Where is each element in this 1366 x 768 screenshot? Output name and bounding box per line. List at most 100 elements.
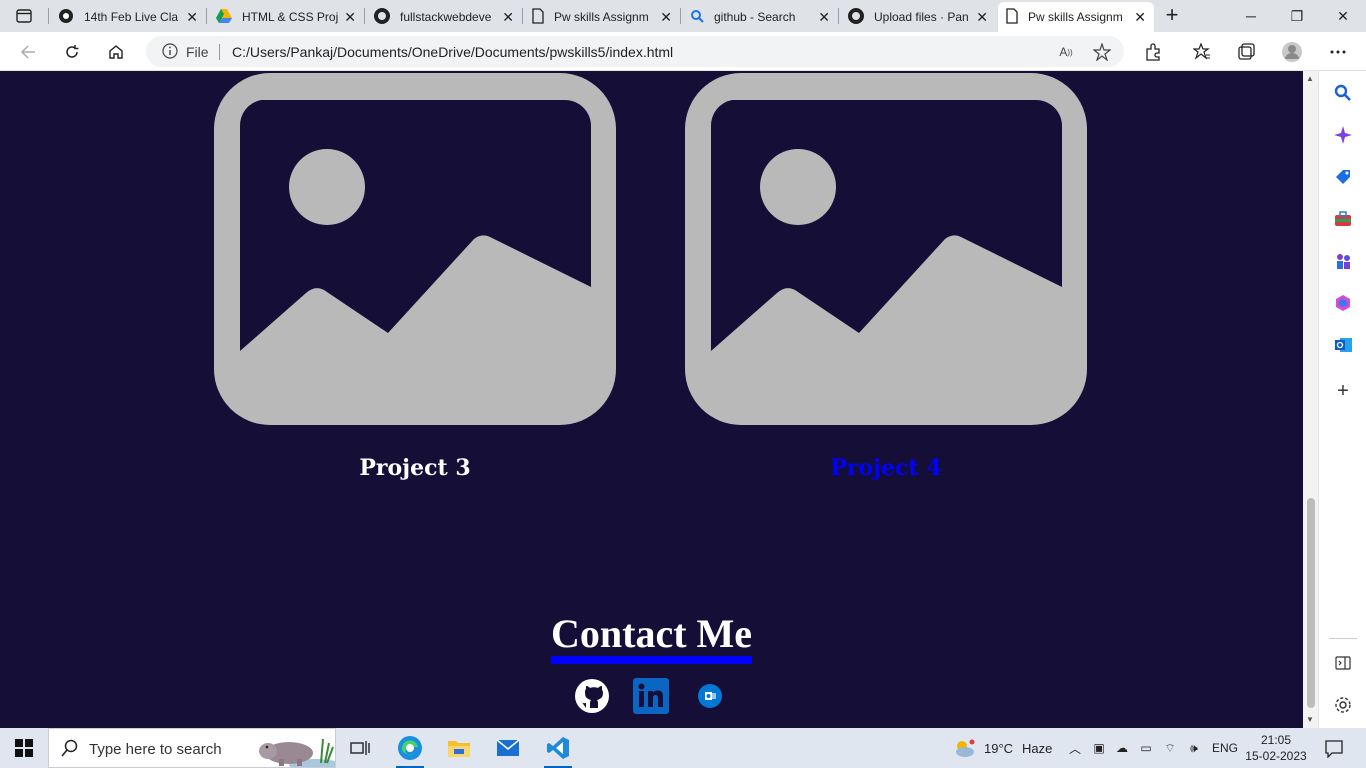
sidebar-games-icon[interactable] [1331, 249, 1355, 273]
tab-title: 14th Feb Live Cla [84, 10, 179, 24]
document-icon [532, 7, 544, 27]
tab-title: Pw skills Assignm [554, 10, 649, 24]
tab-separator [838, 8, 839, 24]
clock-date: 15-02-2023 [1245, 749, 1307, 763]
vscode-icon[interactable] [534, 728, 582, 768]
contact-heading: Contact Me [551, 614, 753, 664]
tab-5[interactable]: github - Search ✕ [682, 2, 838, 32]
outlook-icon[interactable] [692, 678, 728, 714]
settings-more-icon[interactable] [1324, 38, 1352, 66]
google-drive-icon [216, 8, 232, 26]
page-viewport: Project 3 Project 4 Contact Me [0, 71, 1303, 728]
back-icon[interactable] [14, 38, 42, 66]
weather-icon[interactable] [952, 739, 976, 757]
read-aloud-icon[interactable]: A)) [1056, 42, 1076, 62]
sidebar-add-icon[interactable]: + [1331, 379, 1355, 403]
clock-time: 21:05 [1260, 733, 1292, 747]
github-icon[interactable] [574, 678, 610, 714]
tab-actions-icon[interactable] [8, 4, 40, 28]
address-bar[interactable]: File C:/Users/Pankaj/Documents/OneDrive/… [146, 36, 1124, 67]
close-tab-icon[interactable]: ✕ [186, 9, 198, 26]
minimize-icon[interactable]: ─ [1228, 0, 1274, 32]
close-tab-icon[interactable]: ✕ [344, 9, 356, 26]
network-icon[interactable]: ⌔ [1161, 739, 1179, 757]
hippo-illustration-icon [259, 733, 341, 768]
project-4-image-placeholder[interactable] [685, 73, 1087, 425]
address-url[interactable]: C:/Users/Pankaj/Documents/OneDrive/Docum… [232, 44, 673, 60]
tab-separator [48, 8, 49, 24]
collections-icon[interactable] [1232, 38, 1260, 66]
tab-2[interactable]: HTML & CSS Proj ✕ [208, 2, 364, 32]
mail-icon[interactable] [484, 728, 532, 768]
notifications-icon[interactable] [1324, 739, 1344, 759]
scroll-thumb[interactable] [1307, 498, 1315, 708]
webpage-icon [58, 8, 74, 27]
tab-6[interactable]: Upload files · Pan ✕ [840, 2, 996, 32]
page-scrollbar[interactable]: ▲ ▼ [1303, 71, 1318, 728]
language-indicator[interactable]: ENG [1212, 741, 1238, 755]
sidebar-hide-icon[interactable] [1331, 651, 1355, 675]
sidebar-office-icon[interactable] [1331, 291, 1355, 315]
refresh-icon[interactable] [58, 38, 86, 66]
sidebar-outlook-icon[interactable] [1331, 333, 1355, 357]
add-favorite-icon[interactable] [1092, 42, 1112, 62]
sidebar-discover-icon[interactable] [1331, 123, 1355, 147]
github-icon [374, 7, 390, 27]
close-tab-icon[interactable]: ✕ [502, 9, 514, 26]
close-window-icon[interactable]: ✕ [1320, 0, 1366, 32]
document-icon [1006, 7, 1018, 27]
edge-taskbar-icon[interactable] [386, 728, 434, 768]
onedrive-cloud-icon[interactable]: ☁ [1113, 739, 1131, 757]
close-tab-icon[interactable]: ✕ [660, 9, 672, 26]
search-placeholder: Type here to search [89, 741, 222, 758]
linkedin-icon[interactable] [633, 678, 669, 714]
project-4-title[interactable]: Project 4 [685, 455, 1087, 481]
tab-4[interactable]: Pw skills Assignm ✕ [524, 2, 680, 32]
taskbar-search-box[interactable]: Type here to search [48, 728, 341, 768]
scroll-up-arrow-icon[interactable]: ▲ [1306, 74, 1314, 83]
tab-separator [206, 8, 207, 24]
tab-separator [680, 8, 681, 24]
show-hidden-icons-chevron-icon[interactable]: ︿ [1066, 739, 1084, 757]
sidebar-settings-icon[interactable] [1331, 693, 1355, 717]
close-tab-icon[interactable]: ✕ [818, 9, 830, 26]
extensions-icon[interactable] [1139, 38, 1167, 66]
info-icon[interactable] [162, 43, 178, 59]
tab-separator [522, 8, 523, 24]
tab-strip: 14th Feb Live Cla ✕ HTML & CSS Proj ✕ fu… [0, 0, 1366, 32]
tab-title: Upload files · Pan [874, 10, 969, 24]
tab-title: HTML & CSS Proj [242, 10, 338, 24]
weather-condition[interactable]: Haze [1022, 741, 1052, 756]
battery-icon[interactable]: ▭ [1137, 739, 1155, 757]
meet-now-icon[interactable]: ▣ [1090, 739, 1108, 757]
browser-toolbar: File C:/Users/Pankaj/Documents/OneDrive/… [0, 32, 1366, 71]
favorites-icon[interactable] [1188, 38, 1216, 66]
tab-3[interactable]: fullstackwebdeve ✕ [366, 2, 522, 32]
restore-icon[interactable]: ❐ [1274, 0, 1320, 32]
tab-7-active[interactable]: Pw skills Assignm ✕ [998, 2, 1154, 32]
project-3-title[interactable]: Project 3 [214, 455, 616, 481]
profile-avatar-icon[interactable] [1278, 38, 1306, 66]
project-3-image-placeholder[interactable] [214, 73, 616, 425]
tab-title: Pw skills Assignm [1028, 10, 1123, 24]
edge-sidebar: + [1318, 71, 1366, 728]
new-tab-icon[interactable]: + [1160, 4, 1184, 28]
system-clock[interactable]: 21:05 15-02-2023 [1244, 732, 1308, 764]
weather-temperature[interactable]: 19°C [984, 741, 1013, 756]
file-explorer-icon[interactable] [435, 728, 483, 768]
windows-start-icon[interactable] [0, 728, 48, 768]
sidebar-search-icon[interactable] [1331, 81, 1355, 105]
home-icon[interactable] [102, 38, 130, 66]
sidebar-shopping-icon[interactable] [1331, 165, 1355, 189]
sidebar-tools-icon[interactable] [1331, 207, 1355, 231]
address-scheme-label: File [186, 44, 209, 60]
task-view-icon[interactable] [336, 728, 384, 768]
scroll-down-arrow-icon[interactable]: ▼ [1306, 715, 1314, 724]
close-tab-icon[interactable]: ✕ [1134, 9, 1146, 26]
tab-title: fullstackwebdeve [400, 10, 492, 24]
close-tab-icon[interactable]: ✕ [976, 9, 988, 26]
address-divider [219, 44, 220, 60]
volume-icon[interactable]: 🕪 [1185, 739, 1203, 757]
sidebar-separator [1329, 638, 1357, 639]
tab-1[interactable]: 14th Feb Live Cla ✕ [50, 2, 206, 32]
